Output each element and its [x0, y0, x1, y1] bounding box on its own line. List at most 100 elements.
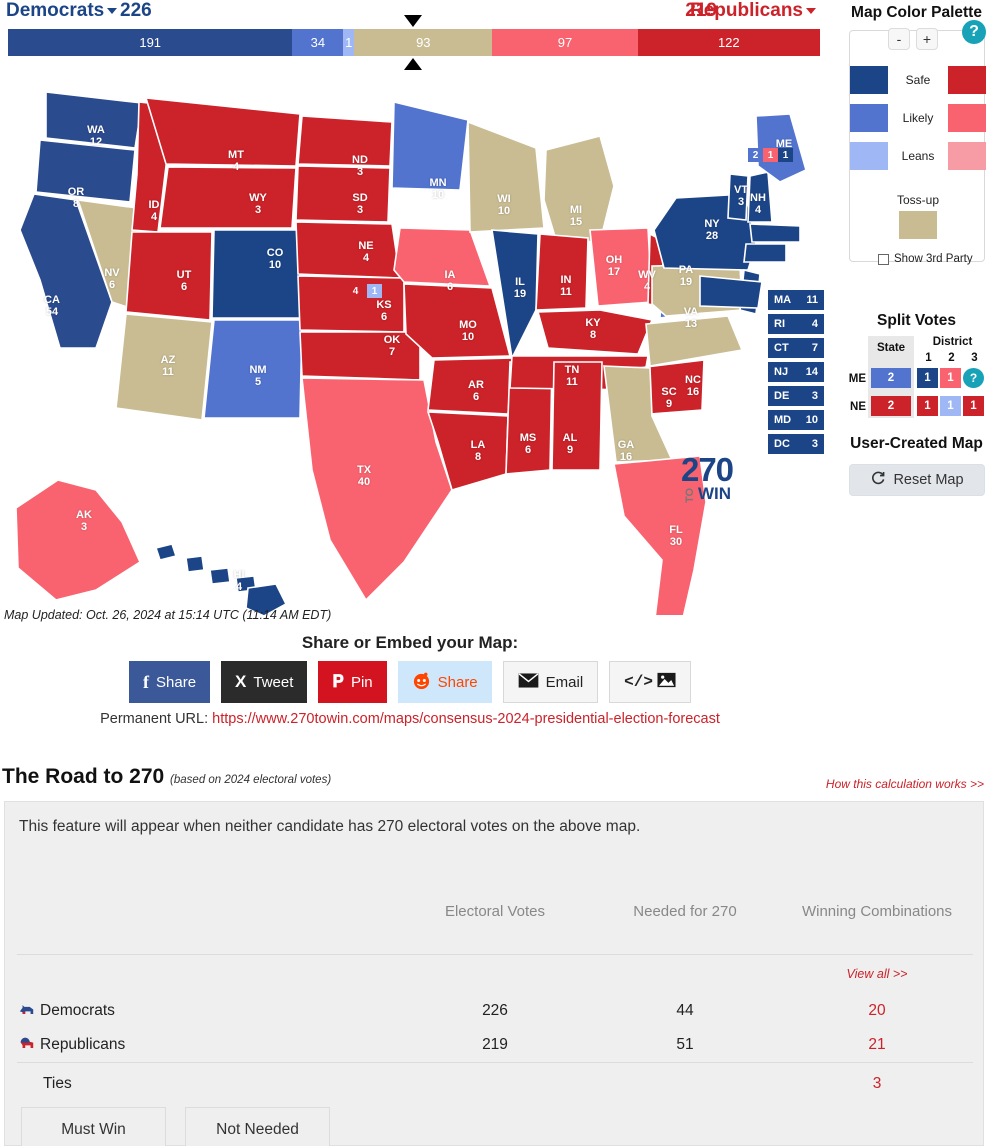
side-state-CT[interactable]: CT 7 [768, 338, 824, 358]
palette-row-likely: Likely [850, 103, 986, 133]
side-state-NJ[interactable]: NJ 14 [768, 362, 824, 382]
share-pinterest-button[interactable]: 𝐏 Pin [318, 661, 387, 703]
split-district-num-3: 3 [971, 352, 978, 364]
ev-bar-segment-0[interactable]: 191 [8, 29, 293, 56]
share-x-button[interactable]: X Tweet [221, 661, 308, 703]
permanent-url-label: Permanent URL: [100, 711, 209, 727]
ev-bar-segment-1[interactable]: 34 [292, 29, 344, 56]
ties-winning-combinations[interactable]: 3 [773, 1075, 981, 1093]
palette-dem-leans[interactable] [850, 142, 888, 170]
palette-dem-safe[interactable] [850, 66, 888, 94]
maine-split-votes[interactable]: 211 [748, 148, 793, 162]
share-reddit-button[interactable]: Share [397, 661, 492, 703]
show-third-party-checkbox[interactable] [878, 253, 889, 265]
democrats-row-label: Democrats [40, 1002, 115, 1019]
side-state-MA[interactable]: MA 11 [768, 290, 824, 310]
share-embed-button[interactable]: </> [609, 661, 691, 703]
republicans-dropdown[interactable]: Republicans [690, 0, 816, 22]
must-win-box[interactable]: Must Win [21, 1107, 166, 1146]
nebraska-split-cell-0[interactable]: 4 [348, 284, 363, 298]
palette-help-icon[interactable]: ? [962, 20, 986, 44]
state-WA [45, 91, 143, 149]
nebraska-split-votes[interactable]: 41 [348, 284, 382, 298]
split-row-NE: NE 2 1 1 1 [845, 396, 988, 418]
democrats-needed: 44 [676, 1002, 694, 1019]
show-third-party-label: Show 3rd Party [894, 253, 973, 265]
x-twitter-icon: X [235, 672, 247, 691]
share-button-row: f Share X Tweet 𝐏 Pin Share Email </> [0, 661, 820, 703]
reddit-icon [412, 671, 431, 694]
midpoint-marker-top-icon [404, 15, 422, 27]
split-district-header: District [932, 336, 973, 348]
electoral-map[interactable]: WA 12 OR 8 CA 54 NV 6 ID 4 MT 4 WY 3 UT 6 AZ 11 CO 10 NM 5 ND 3… [0, 70, 824, 615]
palette-title: Map Color Palette [851, 4, 982, 21]
nebraska-split-cell-1[interactable]: 1 [367, 284, 382, 298]
maine-split-cell-1[interactable]: 1 [763, 148, 778, 162]
split-state-cell-ME[interactable]: 2 [871, 368, 911, 388]
palette-dem-likely[interactable] [850, 104, 888, 132]
republicans-row-label: Republicans [40, 1036, 126, 1053]
split-district-cell-NE-3[interactable]: 1 [963, 396, 984, 416]
zoom-in-button[interactable]: + [916, 28, 938, 50]
split-district-cell-ME-1[interactable]: 1 [917, 368, 938, 388]
state-NE [295, 221, 401, 279]
us-map-svg[interactable] [0, 70, 820, 615]
ev-bar-segment-2[interactable]: 1 [343, 29, 355, 56]
side-state-RI[interactable]: RI 4 [768, 314, 824, 334]
elephant-icon [19, 1037, 35, 1054]
ev-bar-segment-3[interactable]: 93 [354, 29, 493, 56]
split-district-num-1: 1 [925, 352, 932, 364]
maine-split-cell-0[interactable]: 2 [748, 148, 763, 162]
ev-bar-segment-4[interactable]: 97 [492, 29, 638, 56]
logo-270-text: 270 [680, 451, 734, 488]
ev-bar-segment-5[interactable]: 122 [637, 29, 820, 56]
how-calculation-works-link[interactable]: How this calculation works >> [826, 777, 984, 791]
view-all-link[interactable]: View all >> [773, 967, 981, 981]
tossup-label: Toss-up [896, 193, 940, 207]
facebook-icon: f [143, 671, 150, 692]
split-help-icon-ME[interactable]: ? [963, 368, 984, 388]
side-state-DC[interactable]: DC 3 [768, 434, 824, 454]
republicans-electoral-votes: 219 [482, 1036, 508, 1053]
palette-rep-leans[interactable] [948, 142, 986, 170]
small-state-list[interactable]: MA 11 RI 4 CT 7 NJ 14 DE 3 MD 10 DC 3 [768, 290, 824, 458]
state-AR [427, 357, 513, 415]
image-icon [657, 672, 676, 692]
share-email-button[interactable]: Email [502, 661, 599, 703]
not-needed-box[interactable]: Not Needed [185, 1107, 330, 1146]
republicans-winning-combinations[interactable]: 21 [773, 1036, 981, 1054]
maine-split-cell-2[interactable]: 1 [778, 148, 793, 162]
republicans-needed: 51 [676, 1036, 694, 1053]
palette-rep-likely[interactable] [948, 104, 986, 132]
state-ND [297, 115, 393, 167]
split-district-cell-ME-2[interactable]: 1 [940, 368, 961, 388]
split-district-cell-NE-1[interactable]: 1 [917, 396, 938, 416]
tossup-swatch[interactable] [899, 211, 937, 239]
split-row-abbr-ME: ME [848, 373, 866, 385]
show-third-party-row[interactable]: Show 3rd Party [878, 253, 973, 265]
split-state-cell-NE[interactable]: 2 [871, 396, 911, 416]
state-VT [727, 173, 749, 221]
side-state-DE[interactable]: DE 3 [768, 386, 824, 406]
palette-rep-safe[interactable] [948, 66, 986, 94]
democrats-winning-combinations[interactable]: 20 [773, 1002, 981, 1020]
column-header-winning-combinations: Winning Combinations [801, 903, 953, 920]
state-WY [159, 166, 297, 229]
share-reddit-label: Share [437, 673, 478, 691]
democrats-dropdown[interactable]: Democrats [6, 0, 118, 22]
logo-to-text: TO [683, 487, 696, 504]
share-email-label: Email [545, 673, 584, 691]
reset-map-button[interactable]: Reset Map [849, 464, 985, 496]
zoom-out-button[interactable]: - [888, 28, 910, 50]
share-facebook-label: Share [156, 673, 197, 691]
split-row-abbr-NE: NE [850, 401, 866, 413]
ties-row-label: Ties [43, 1075, 72, 1092]
row-label-democrats: Democrats [19, 1002, 115, 1020]
electoral-vote-bar[interactable]: 191 34 1 93 97 122 [8, 29, 820, 56]
split-district-cell-NE-2[interactable]: 1 [940, 396, 961, 416]
share-facebook-button[interactable]: f Share [129, 661, 211, 703]
permanent-url-link[interactable]: https://www.270towin.com/maps/consensus-… [212, 711, 720, 727]
state-OK [299, 331, 421, 381]
side-state-MD[interactable]: MD 10 [768, 410, 824, 430]
map-zoom-controls: - + [888, 28, 938, 50]
